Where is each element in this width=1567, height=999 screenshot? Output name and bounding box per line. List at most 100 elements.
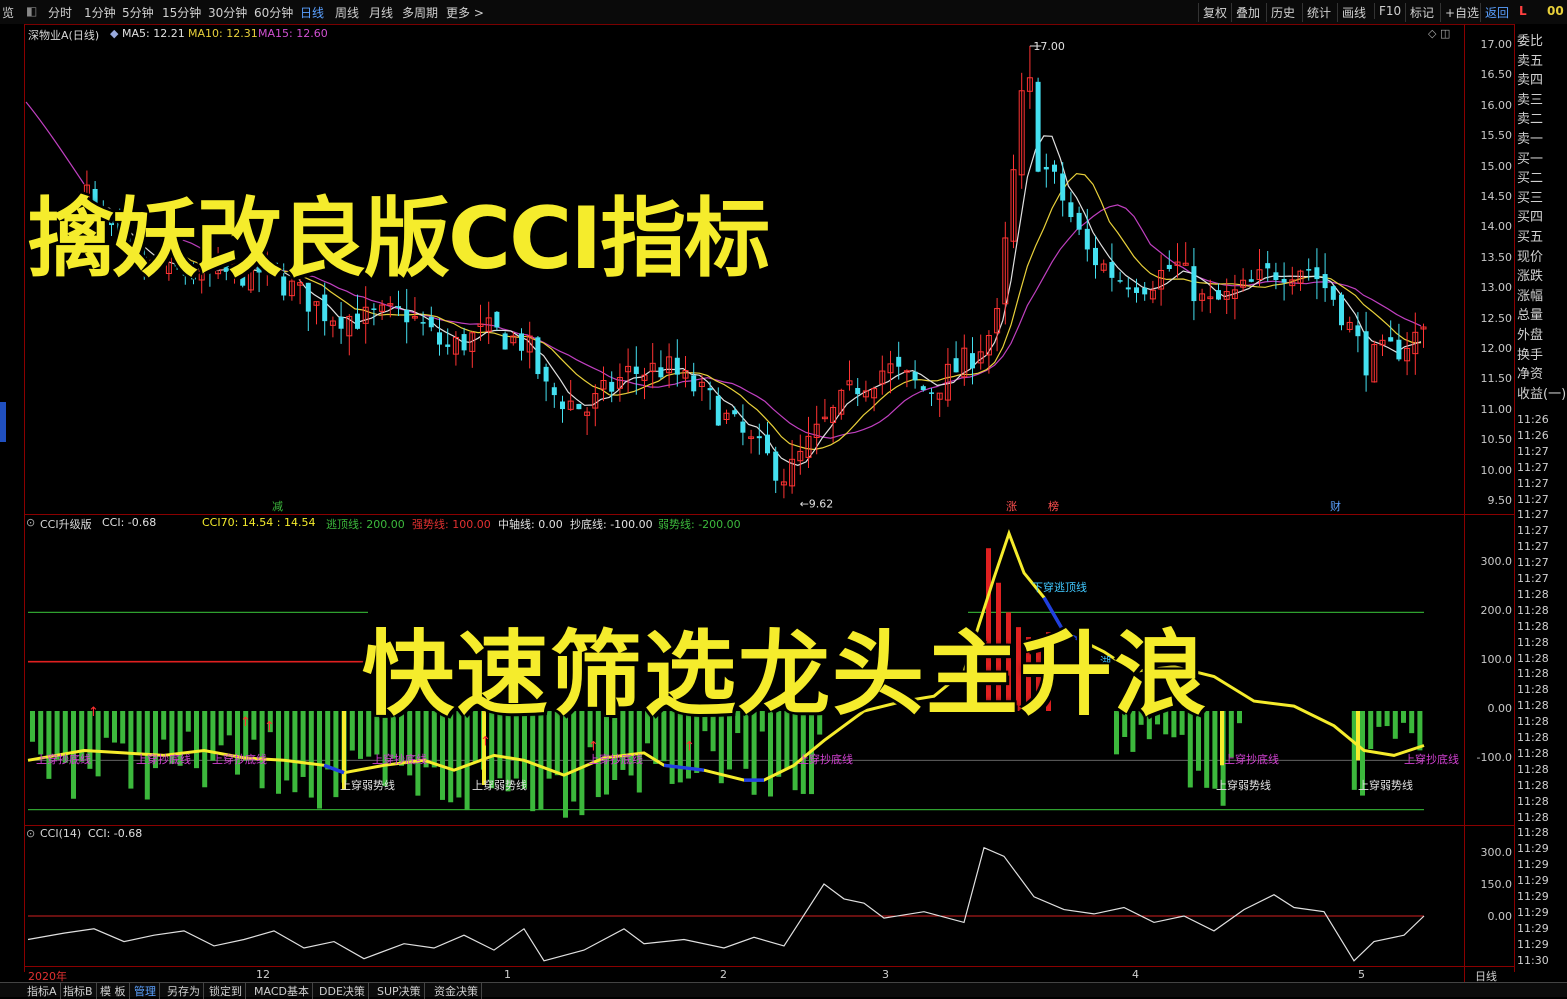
indicator-settings-icon[interactable]: ⊙ <box>26 516 35 529</box>
top-toolbar: 览 ◧ L 00 分时 1分钟 5分钟 15分钟 30分钟 60分钟 日线 周线 月线 多周期 更多… <box>0 0 1567 25</box>
candle-body <box>1043 166 1049 170</box>
cci14-line <box>27 846 1425 962</box>
cci-signal-annotation: 上穿抄底线 <box>212 752 267 766</box>
buy-arrow-icon: ↑ <box>480 735 491 750</box>
candle-body <box>551 387 557 396</box>
left-strip-highlight <box>0 402 6 442</box>
time-item: 11:29 <box>1517 874 1549 888</box>
candle-body <box>1216 290 1221 300</box>
line-top-value: 逃顶线: 200.00 <box>326 518 405 531</box>
time-item: 11:28 <box>1517 683 1549 697</box>
time-item: 11:28 <box>1517 762 1549 776</box>
line-bottom-value: 抄底线: -100.00 <box>570 518 653 531</box>
toolbar-toggle-icon[interactable]: ◧ <box>26 4 37 18</box>
cci14-axis: 300.0 150.0 0.00 <box>1464 826 1515 966</box>
bottom-tab-5[interactable]: 锁定到 <box>206 983 246 999</box>
candle-body <box>371 308 377 310</box>
bottom-tab-8[interactable]: SUP决策 <box>374 983 425 999</box>
info-item: 卖一 <box>1517 132 1544 147</box>
ma-toggle-icon[interactable]: ◆ <box>110 27 118 40</box>
toolbar-tab-6[interactable]: 日线 <box>300 4 324 21</box>
date-axis: 2020年 12 1 2 3 4 5 <box>24 966 1464 983</box>
time-item: 11:26 <box>1517 428 1549 442</box>
pane-expand-icon[interactable]: ◇ ◫ <box>1428 27 1450 40</box>
cci-hist-bar <box>194 711 199 769</box>
time-item: 11:29 <box>1517 937 1549 951</box>
time-item: 11:27 <box>1517 572 1549 585</box>
time-item: 11:29 <box>1517 890 1549 903</box>
candle-body <box>1330 286 1336 300</box>
candle-body <box>633 366 639 374</box>
toolbar-right-tab-6[interactable]: 标记 <box>1405 3 1438 22</box>
toolbar-tab-8[interactable]: 月线 <box>369 4 393 21</box>
toolbar-tab-5[interactable]: 60分钟 <box>254 4 293 21</box>
bottom-tab-0[interactable]: 指标A <box>24 983 61 999</box>
axis-tick: 12.50 <box>1480 311 1513 325</box>
toolbar-tab-10[interactable]: 更多 > <box>446 4 484 21</box>
cci14-title: CCI(14) <box>40 827 82 840</box>
info-item: 总量 <box>1517 308 1544 324</box>
bottom-tab-3[interactable]: 管理 <box>131 983 160 999</box>
cci-signal-annotation: 上穿弱势线 <box>472 778 527 792</box>
toolbar-right-tab-3[interactable]: 统计 <box>1302 3 1335 22</box>
cci-hist-bar <box>1409 711 1415 734</box>
event-marker: 财 <box>1330 499 1341 513</box>
axis-tick: 13.50 <box>1480 250 1513 264</box>
candle-body <box>1339 294 1344 326</box>
time-item: 11:27 <box>1517 492 1549 506</box>
bottom-tab-9[interactable]: 资金决策 <box>431 983 482 999</box>
time-item: 11:27 <box>1517 524 1549 538</box>
candle-body <box>1306 269 1312 271</box>
bottom-tab-6[interactable]: MACD基本 <box>251 983 313 999</box>
candle-body <box>1363 331 1369 376</box>
toolbar-right-tab-2[interactable]: 历史 <box>1266 3 1299 22</box>
toolbar-tab-7[interactable]: 周线 <box>335 4 359 21</box>
cci-hist-bar <box>1376 711 1382 727</box>
candle-body <box>1273 272 1279 280</box>
toolbar-tab-0[interactable]: 分时 <box>48 4 72 21</box>
cci-signal-annotation: 上穿弱势线 <box>1216 778 1271 792</box>
time-item: 11:28 <box>1517 603 1549 617</box>
candle-body <box>338 316 344 329</box>
time-item: 11:28 <box>1517 635 1549 649</box>
toolbar-tab-4[interactable]: 30分钟 <box>208 4 247 21</box>
toolbar-right-tab-0[interactable]: 复权 <box>1198 3 1231 22</box>
toolbar-right-tab-8[interactable]: 返回 <box>1480 3 1513 22</box>
candle-body <box>1084 228 1090 250</box>
toolbar-right-tab-7[interactable]: +自选 <box>1440 3 1483 22</box>
toolbar-right-tab-5[interactable]: F10 <box>1374 3 1405 19</box>
bottom-tab-2[interactable]: 模 板 <box>97 983 130 999</box>
cci-signal-annotation: 上穿抄底线 <box>36 752 91 766</box>
cci14-pane[interactable]: ⊙ CCI(14) CCI: -0.68 <box>24 826 1464 966</box>
bottom-tab-1[interactable]: 指标B <box>60 983 97 999</box>
axis-tick: 100.0 <box>1480 653 1513 666</box>
time-item: 11:28 <box>1517 587 1549 601</box>
candle-body <box>543 366 549 382</box>
toolbar-right-tab-4[interactable]: 画线 <box>1337 3 1370 22</box>
candle-body <box>404 309 410 323</box>
candle-body <box>1191 266 1197 302</box>
candle-body <box>674 357 680 375</box>
toolbar-tab-2[interactable]: 5分钟 <box>122 4 154 21</box>
cci-hist-bar <box>1368 711 1374 750</box>
toolbar-right-tab-1[interactable]: 叠加 <box>1231 3 1264 22</box>
cci14-settings-icon[interactable]: ⊙ <box>26 827 35 840</box>
cci-hist-bar <box>185 711 191 732</box>
toolbar-first-tab[interactable]: 览 <box>2 4 14 21</box>
candle-body <box>1166 264 1172 270</box>
cci-hist-bar <box>120 711 126 744</box>
cci-upgrade-axis: 300.0 200.0 100.0 0.00 -100.0 <box>1464 515 1515 826</box>
time-item: 11:28 <box>1517 715 1549 729</box>
cci-hist-bar <box>1228 711 1234 758</box>
toolbar-tab-9[interactable]: 多周期 <box>402 4 438 21</box>
left-scroll-strip[interactable] <box>0 24 25 972</box>
bottom-tab-7[interactable]: DDE决策 <box>316 983 369 999</box>
toolbar-tab-1[interactable]: 1分钟 <box>84 4 116 21</box>
candle-body <box>912 371 918 381</box>
candle-body <box>1388 337 1394 342</box>
candle-body <box>765 434 770 454</box>
period-label-box: 日线 <box>1464 966 1515 983</box>
bottom-tab-4[interactable]: 另存为 <box>164 983 204 999</box>
toolbar-tab-3[interactable]: 15分钟 <box>162 4 201 21</box>
info-item: 换手 <box>1517 347 1544 363</box>
